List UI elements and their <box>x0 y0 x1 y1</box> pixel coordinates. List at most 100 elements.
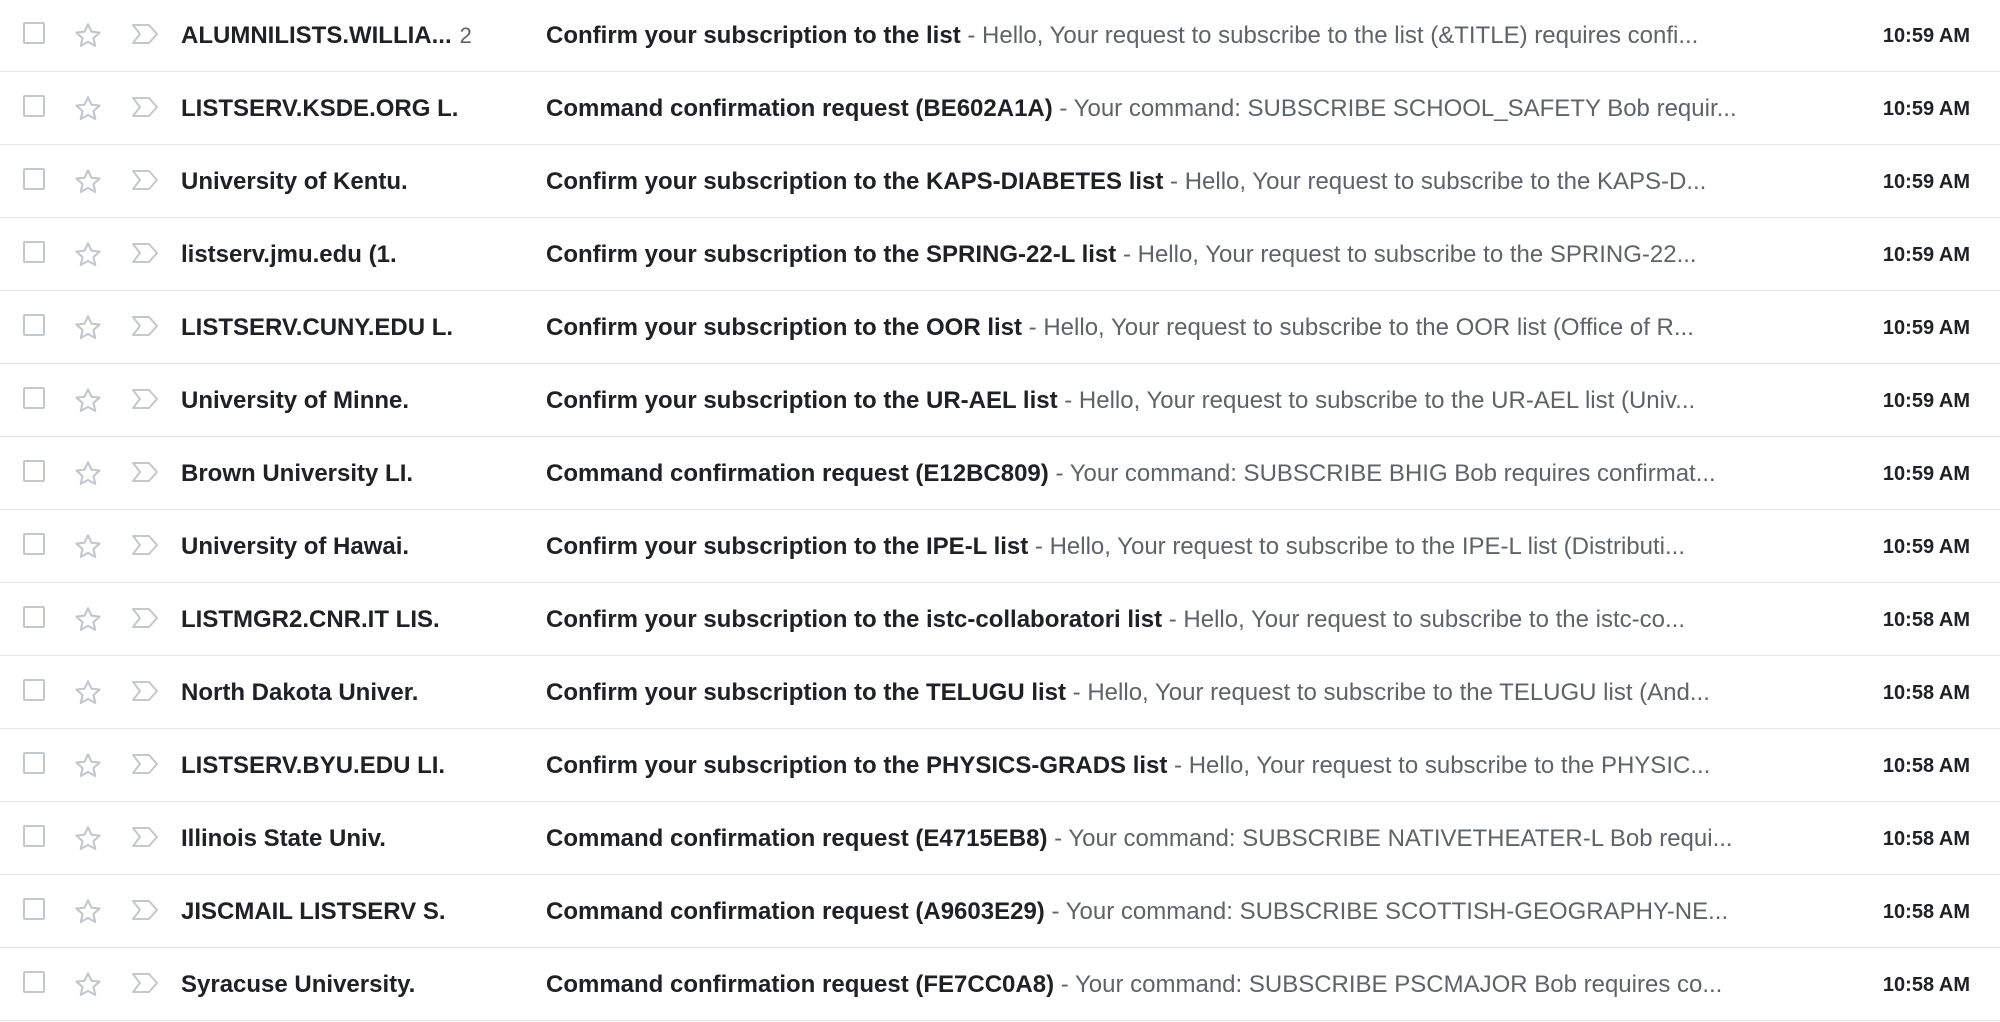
email-time: 10:58 AM <box>1882 682 1970 704</box>
select-checkbox[interactable] <box>23 168 45 190</box>
sender-name: listserv.jmu.edu (1. <box>181 241 397 268</box>
email-row[interactable]: Illinois State Univ. Command confirmatio… <box>0 803 2000 875</box>
email-subject: Command confirmation request (E4715EB8) <box>546 825 1048 852</box>
email-content: Confirm your subscription to the UR-AEL … <box>546 365 1798 437</box>
email-snippet: Your command: SUBSCRIBE BHIG Bob require… <box>1069 460 1716 487</box>
select-checkbox[interactable] <box>23 314 45 336</box>
email-row[interactable]: North Dakota Univer. Confirm your subscr… <box>0 657 2000 729</box>
star-icon[interactable] <box>72 93 104 125</box>
sender-name: LISTMGR2.CNR.IT LIS. <box>181 606 440 633</box>
important-marker-icon[interactable] <box>130 95 160 119</box>
email-time: 10:59 AM <box>1882 390 1970 412</box>
email-snippet: Your command: SUBSCRIBE PSCMAJOR Bob req… <box>1074 971 1723 998</box>
email-content: Confirm your subscription to the OOR lis… <box>546 292 1798 364</box>
star-icon[interactable] <box>72 823 104 855</box>
important-marker-icon[interactable] <box>130 241 160 265</box>
sender-name: Syracuse University. <box>181 971 416 998</box>
select-checkbox[interactable] <box>23 898 45 920</box>
important-marker-icon[interactable] <box>130 825 160 849</box>
select-checkbox[interactable] <box>23 679 45 701</box>
important-marker-icon[interactable] <box>130 168 160 192</box>
email-sender: LISTSERV.BYU.EDU LI. <box>181 730 521 802</box>
subject-snippet-separator: - <box>1044 898 1066 925</box>
email-row[interactable]: listserv.jmu.edu (1. Confirm your subscr… <box>0 219 2000 291</box>
sender-name: Illinois State Univ. <box>181 825 386 852</box>
select-checkbox[interactable] <box>23 752 45 774</box>
email-sender: ALUMNILISTS.WILLIA... 2 <box>181 0 521 72</box>
select-checkbox[interactable] <box>23 22 45 44</box>
email-row[interactable]: University of Kentu. Confirm your subscr… <box>0 146 2000 218</box>
email-time: 10:59 AM <box>1882 25 1970 47</box>
email-snippet: Hello, Your request to subscribe to the … <box>1087 679 1710 706</box>
email-row[interactable]: LISTSERV.KSDE.ORG L. Command confirmatio… <box>0 73 2000 145</box>
email-row[interactable]: Brown University LI. Command confirmatio… <box>0 438 2000 510</box>
select-checkbox[interactable] <box>23 825 45 847</box>
important-marker-icon[interactable] <box>130 898 160 922</box>
star-icon[interactable] <box>72 458 104 490</box>
email-subject: Confirm your subscription to the SPRING-… <box>546 241 1117 268</box>
email-row[interactable]: ALUMNILISTS.WILLIA... 2 Confirm your subs… <box>0 0 2000 72</box>
sender-name: University of Kentu. <box>181 168 408 195</box>
sender-name: ALUMNILISTS.WILLIA... <box>181 22 452 49</box>
important-marker-icon[interactable] <box>130 679 160 703</box>
email-time: 10:58 AM <box>1882 609 1970 631</box>
important-marker-icon[interactable] <box>130 460 160 484</box>
email-content: Confirm your subscription to the PHYSICS… <box>546 730 1798 802</box>
subject-snippet-separator: - <box>1066 679 1088 706</box>
email-row[interactable]: University of Minne. Confirm your subscr… <box>0 365 2000 437</box>
select-checkbox[interactable] <box>23 95 45 117</box>
select-checkbox[interactable] <box>23 460 45 482</box>
subject-snippet-separator: - <box>1047 825 1069 852</box>
thread-count: 2 <box>459 23 472 48</box>
email-row[interactable]: LISTMGR2.CNR.IT LIS. Confirm your subscr… <box>0 584 2000 656</box>
important-marker-icon[interactable] <box>130 971 160 995</box>
email-snippet: Your command: SUBSCRIBE SCHOOL_SAFETY Bo… <box>1073 95 1737 122</box>
star-icon[interactable] <box>72 20 104 52</box>
star-icon[interactable] <box>72 604 104 636</box>
email-sender: University of Kentu. <box>181 146 521 218</box>
star-icon[interactable] <box>72 677 104 709</box>
star-icon[interactable] <box>72 750 104 782</box>
important-marker-icon[interactable] <box>130 606 160 630</box>
star-icon[interactable] <box>72 166 104 198</box>
email-time: 10:59 AM <box>1882 244 1970 266</box>
email-content: Confirm your subscription to the list - … <box>546 0 1798 72</box>
subject-snippet-separator: - <box>1163 168 1185 195</box>
important-marker-icon[interactable] <box>130 752 160 776</box>
important-marker-icon[interactable] <box>130 533 160 557</box>
email-snippet: Hello, Your request to subscribe to the … <box>1183 606 1685 633</box>
email-row[interactable]: JISCMAIL LISTSERV S. Command confirmatio… <box>0 876 2000 948</box>
star-icon[interactable] <box>72 239 104 271</box>
email-time: 10:58 AM <box>1882 901 1970 923</box>
select-checkbox[interactable] <box>23 533 45 555</box>
star-icon[interactable] <box>72 531 104 563</box>
star-icon[interactable] <box>72 312 104 344</box>
star-icon[interactable] <box>72 896 104 928</box>
email-subject: Confirm your subscription to the KAPS-DI… <box>546 168 1164 195</box>
subject-snippet-separator: - <box>1057 387 1079 414</box>
important-marker-icon[interactable] <box>130 314 160 338</box>
email-sender: Syracuse University. <box>181 949 521 1021</box>
email-row[interactable]: LISTSERV.CUNY.EDU L. Confirm your subscr… <box>0 292 2000 364</box>
email-sender: LISTSERV.CUNY.EDU L. <box>181 292 521 364</box>
email-sender: University of Minne. <box>181 365 521 437</box>
subject-snippet-separator: - <box>1054 971 1075 998</box>
star-icon[interactable] <box>72 969 104 1001</box>
important-marker-icon[interactable] <box>130 22 160 46</box>
email-content: Confirm your subscription to the KAPS-DI… <box>546 146 1798 218</box>
email-row[interactable]: University of Hawai. Confirm your subscr… <box>0 511 2000 583</box>
select-checkbox[interactable] <box>23 971 45 993</box>
important-marker-icon[interactable] <box>130 387 160 411</box>
email-snippet: Hello, Your request to subscribe to the … <box>1043 314 1694 341</box>
select-checkbox[interactable] <box>23 387 45 409</box>
select-checkbox[interactable] <box>23 241 45 263</box>
email-row[interactable]: Syracuse University. Command confirmatio… <box>0 949 2000 1021</box>
select-checkbox[interactable] <box>23 606 45 628</box>
subject-snippet-separator: - <box>1052 95 1074 122</box>
email-row[interactable]: LISTSERV.BYU.EDU LI. Confirm your subscr… <box>0 730 2000 802</box>
email-time: 10:59 AM <box>1882 463 1970 485</box>
star-icon[interactable] <box>72 385 104 417</box>
subject-snippet-separator: - <box>960 22 983 49</box>
email-content: Command confirmation request (BE602A1A) … <box>546 73 1798 145</box>
email-time: 10:59 AM <box>1882 171 1970 193</box>
